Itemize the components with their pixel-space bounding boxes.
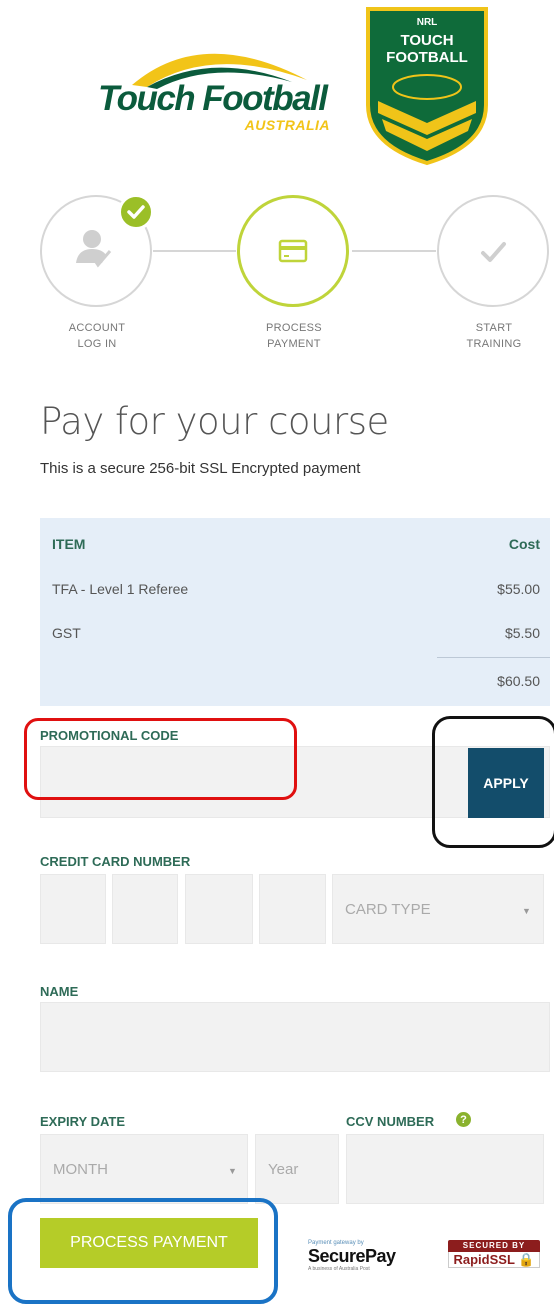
month-placeholder: MONTH [53, 1160, 108, 1178]
securepay-logo: Payment gateway by SecurePay A business … [308, 1240, 396, 1272]
step-label-line: TRAINING [466, 338, 522, 350]
tfa-logo-text: Touch Football [98, 79, 328, 118]
step-label-account: ACCOUNT LOG IN [32, 320, 162, 352]
help-icon[interactable]: ? [456, 1112, 471, 1127]
year-placeholder: Year [268, 1160, 299, 1178]
step-process-payment [237, 195, 349, 307]
card-number-field-1[interactable] [40, 874, 106, 944]
order-item-cost: $5.50 [504, 625, 540, 641]
order-summary-table [40, 518, 550, 706]
process-payment-highlight [8, 1198, 278, 1304]
order-item-name: TFA - Level 1 Referee [52, 581, 189, 597]
step-label-training: START TRAINING [429, 320, 554, 352]
step-connector [153, 250, 236, 252]
step-label-line: START [475, 322, 513, 334]
page-title: Pay for your course [40, 400, 389, 443]
credit-card-icon [278, 239, 308, 263]
lock-icon: 🔒 [518, 1252, 535, 1267]
rapidssl-caption: SECURED BY [448, 1240, 540, 1252]
column-header-item: ITEM [52, 536, 86, 552]
card-type-placeholder: CARD TYPE [345, 900, 431, 918]
ccv-label: CCV NUMBER [346, 1114, 435, 1129]
card-number-field-4[interactable] [259, 874, 326, 944]
step-label-line: PAYMENT [267, 338, 321, 350]
expiry-year-input[interactable]: Year [255, 1134, 339, 1204]
card-number-field-2[interactable] [112, 874, 178, 944]
card-number-field-3[interactable] [185, 874, 253, 944]
name-input[interactable] [40, 1002, 550, 1072]
rapidssl-badge: SECURED BY RapidSSL 🔒 [448, 1240, 540, 1268]
nrl-logo-line2: FOOTBALL [386, 49, 468, 66]
securepay-wordmark: SecurePay [308, 1246, 396, 1266]
rapidssl-text: RapidSSL [453, 1252, 515, 1267]
expiry-date-label: EXPIRY DATE [40, 1114, 126, 1129]
securepay-tagline: A business of Australia Post [308, 1266, 370, 1272]
promo-code-highlight [24, 718, 297, 800]
credit-card-label: CREDIT CARD NUMBER [40, 854, 191, 869]
shield-icon [366, 7, 488, 166]
order-item-name: GST [52, 625, 81, 641]
nrl-logo-line1: TOUCH [400, 32, 454, 49]
tfa-logo-subtext: AUSTRALIA [244, 117, 330, 133]
page-subtitle: This is a secure 256-bit SSL Encrypted p… [40, 460, 361, 477]
name-label: NAME [40, 984, 79, 999]
order-item-cost: $55.00 [497, 581, 540, 597]
card-type-select[interactable]: CARD TYPE [332, 874, 544, 944]
checkmark-icon [481, 242, 506, 262]
total-divider [437, 657, 550, 658]
rapidssl-wordmark: RapidSSL 🔒 [448, 1252, 540, 1268]
step-label-line: LOG IN [77, 338, 117, 350]
step-label-payment: PROCESS PAYMENT [229, 320, 359, 352]
nrl-logo-small-text: NRL [416, 17, 438, 28]
step-start-training [437, 195, 549, 307]
touch-football-australia-logo: Touch Football AUSTRALIA [92, 35, 342, 135]
nrl-touch-football-logo: NRL TOUCH FOOTBALL [364, 5, 490, 167]
step-label-line: PROCESS [266, 322, 322, 334]
chevron-down-icon: ▼ [228, 1166, 237, 1176]
checkmark-icon [127, 205, 145, 219]
column-header-cost: Cost [508, 536, 540, 552]
expiry-month-select[interactable]: MONTH [40, 1134, 248, 1204]
chevron-down-icon: ▼ [522, 906, 531, 916]
step-connector [352, 250, 436, 252]
ccv-input[interactable] [346, 1134, 544, 1204]
step-complete-badge [118, 194, 154, 230]
apply-button-highlight [432, 716, 554, 848]
order-total: $60.50 [497, 673, 540, 689]
step-label-line: ACCOUNT [68, 322, 126, 334]
